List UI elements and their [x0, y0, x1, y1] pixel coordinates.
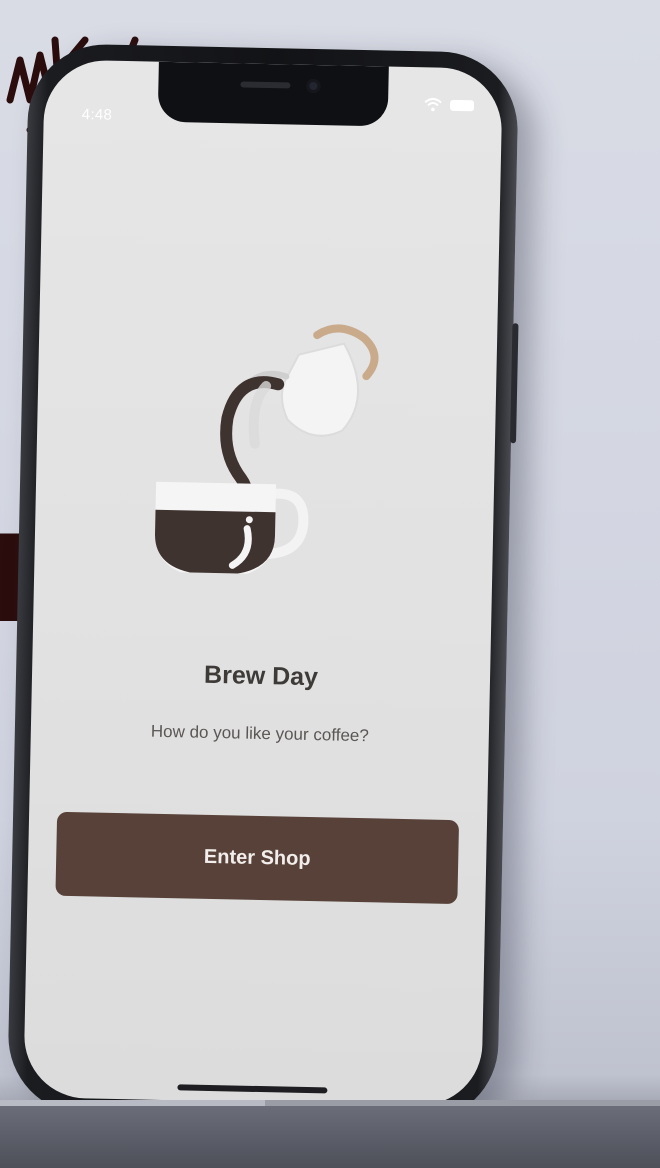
status-icons: [424, 97, 475, 112]
notch: [157, 61, 389, 127]
status-time: 4:48: [81, 106, 113, 124]
page-title: Brew Day: [203, 660, 319, 692]
battery-icon: [449, 99, 475, 111]
phone-mockup: 4:48 Brew Day How do you like your coffe…: [6, 42, 520, 1124]
wifi-icon: [424, 97, 442, 112]
video-bottom-bar: [0, 1106, 660, 1168]
front-camera: [306, 78, 321, 94]
page-subtitle: How do you like your coffee?: [150, 721, 370, 746]
coffee-pour-illustration: [155, 324, 379, 577]
volume-button: [509, 323, 519, 444]
home-indicator[interactable]: [177, 1084, 328, 1094]
milk-jug: [280, 342, 360, 437]
earpiece-speaker: [240, 81, 291, 89]
app-screen: 4:48 Brew Day How do you like your coffe…: [23, 59, 503, 1107]
enter-shop-button[interactable]: Enter Shop: [55, 811, 460, 905]
